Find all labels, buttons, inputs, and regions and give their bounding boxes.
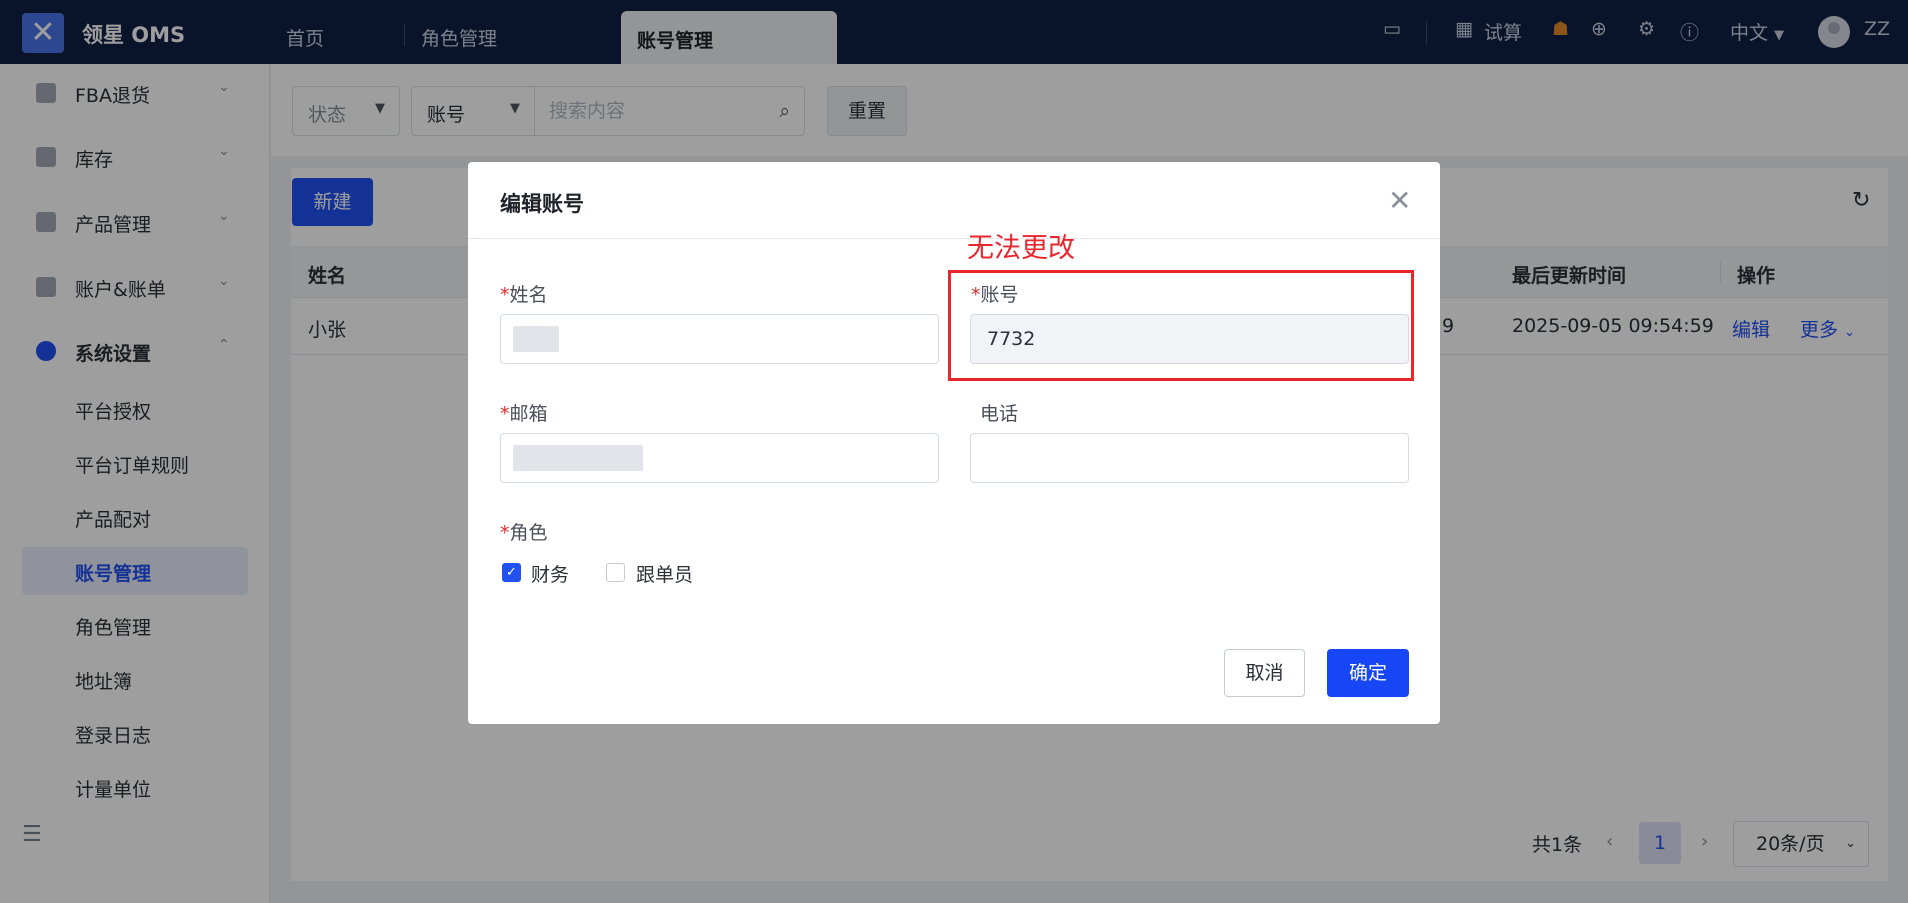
name-field[interactable]: [500, 314, 939, 364]
annotation-highlight-box: [948, 270, 1414, 381]
close-icon[interactable]: ✕: [1388, 184, 1411, 217]
name-label-text: 姓名: [509, 284, 548, 306]
annotation-text: 无法更改: [967, 233, 1075, 264]
confirm-button[interactable]: 确定: [1327, 649, 1409, 697]
role-finance-checkbox[interactable]: ✓: [502, 563, 521, 582]
email-field-label: *邮箱: [500, 399, 548, 426]
role-label-text: 角色: [509, 522, 548, 544]
required-mark: *: [500, 522, 510, 544]
email-label-text: 邮箱: [509, 403, 548, 425]
role-merchandiser-checkbox[interactable]: [606, 563, 625, 582]
dialog-title: 编辑账号: [500, 192, 584, 216]
redacted-value: [513, 326, 559, 352]
phone-field-label: 电话: [980, 403, 1019, 425]
dialog-divider: [468, 238, 1440, 239]
role-finance-label[interactable]: 财务: [531, 560, 569, 587]
role-field-label: *角色: [500, 518, 548, 545]
name-field-label: *姓名: [500, 280, 548, 307]
edit-account-dialog: 编辑账号 ✕ *姓名 *账号 7732 *邮箱 电话 *角色 ✓ 财务 跟单员 …: [468, 162, 1440, 724]
phone-field[interactable]: [970, 433, 1409, 483]
email-field[interactable]: [500, 433, 939, 483]
cancel-button[interactable]: 取消: [1224, 649, 1305, 697]
required-mark: *: [500, 403, 510, 425]
required-mark: *: [500, 284, 510, 306]
role-merchandiser-label[interactable]: 跟单员: [636, 560, 693, 587]
redacted-value: [513, 445, 643, 471]
